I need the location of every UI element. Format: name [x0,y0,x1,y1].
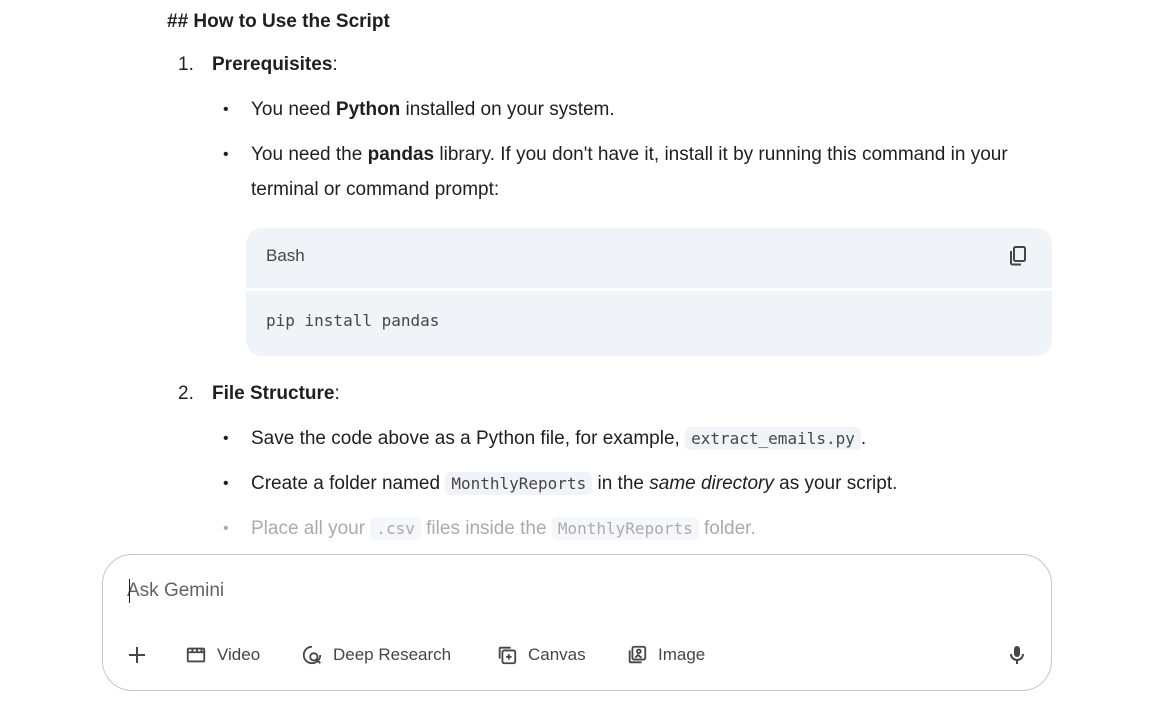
bullet-python: • You need Python installed on your syst… [223,92,1043,127]
canvas-icon [498,646,517,665]
bullet-text: Place all your [251,518,371,539]
step-2: 2. File Structure: [178,381,340,407]
bullet-bold: pandas [367,144,435,165]
step-1-number: 1. [178,54,194,75]
bullet-text: installed on your system. [400,99,615,120]
bullet-bold: Python [335,99,401,120]
bullet-dot: • [223,146,229,163]
image-icon [628,645,647,664]
video-label: Video [217,645,261,664]
bullet-text: files inside the [420,518,552,539]
deep-research-button[interactable]: Deep Research [301,637,451,673]
code-content: pip install pandas [266,311,440,330]
image-button[interactable]: Image [626,637,705,673]
inline-code: .csv [370,517,421,540]
bullet-place-csv: • Place all your .csv files inside the M… [223,511,1043,546]
section-heading: ## How to Use the Script [167,11,390,32]
microphone-button[interactable] [1005,643,1029,667]
inline-code: MonthlyReports [445,472,593,495]
code-language-label: Bash [266,246,305,265]
code-block-header: Bash [246,228,1052,288]
copy-code-button[interactable] [1006,244,1030,268]
bullet-text: Save the code above as a Python file, fo… [251,428,686,449]
inline-code: MonthlyReports [551,517,699,540]
gemini-chat-page: ## How to Use the Script 1. Prerequisites… [0,0,1175,703]
bullet-text: folder. [698,518,756,539]
bullet-pandas: • You need the pandas library. If you do… [223,137,1043,207]
inline-code: extract_emails.py [685,427,861,450]
bullet-text: You need the [251,144,368,165]
step-2-number: 2. [178,383,194,404]
bullet-text: Create a folder named [251,473,446,494]
step-2-title: File Structure [212,383,335,404]
mic-icon [1010,646,1024,664]
plus-icon [129,647,145,663]
video-button[interactable]: Video [185,637,260,673]
step-2-suffix: : [334,383,340,404]
prompt-box: Video Deep Research Canvas [102,554,1052,691]
step-1: 1. Prerequisites: [178,52,338,78]
bullet-text: . [860,428,867,449]
canvas-button[interactable]: Canvas [496,637,586,673]
bullet-text: as your script. [773,473,898,494]
bullet-italic: same directory [649,473,774,494]
code-block-body: pip install pandas [246,291,1052,356]
deep-research-icon [302,645,322,665]
bullet-dot: • [223,475,229,492]
bullet-dot: • [223,430,229,447]
image-label: Image [658,645,706,664]
bullet-create-folder: • Create a folder named MonthlyReports i… [223,466,1043,501]
prompt-input[interactable] [127,577,1007,605]
copy-icon [1010,246,1026,266]
deep-research-label: Deep Research [333,645,452,664]
step-1-title: Prerequisites [212,54,333,75]
code-block: Bash pip install pandas [246,228,1052,356]
bullet-dot: • [223,520,229,537]
bullet-text: You need [251,99,336,120]
step-1-suffix: : [332,54,338,75]
video-icon [186,647,206,663]
text-caret [129,579,130,603]
canvas-label: Canvas [528,645,586,664]
add-button[interactable] [125,643,149,667]
bullet-text: in the [592,473,650,494]
bullet-dot: • [223,101,229,118]
bullet-save-file: • Save the code above as a Python file, … [223,421,1043,456]
prompt-toolbar: Video Deep Research Canvas Image [103,637,1051,673]
